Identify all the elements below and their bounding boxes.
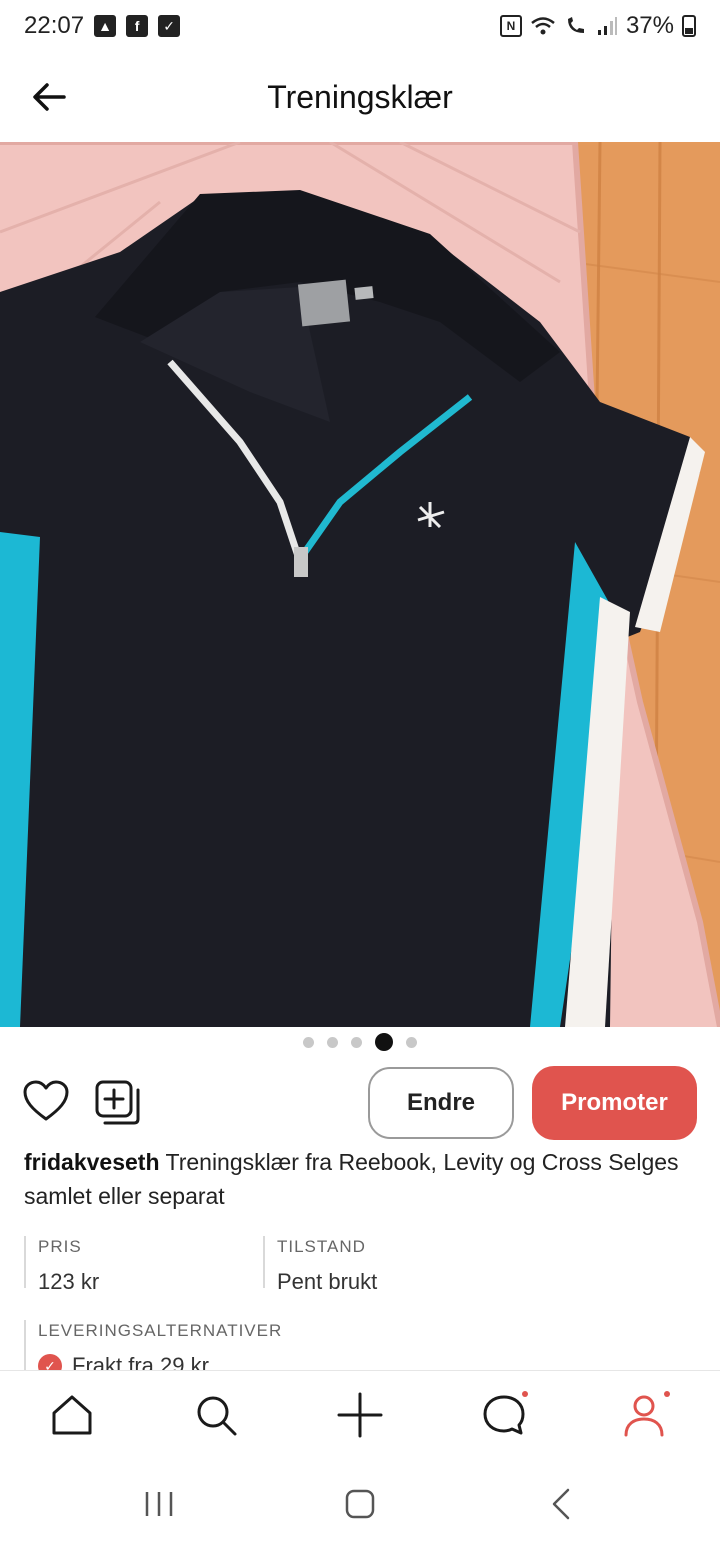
listing-description: fridakveseth Treningsklær fra Reebook, L… [24, 1145, 704, 1213]
nav-new-listing[interactable] [336, 1391, 384, 1439]
system-back-button[interactable] [542, 1484, 582, 1524]
recents-button[interactable] [139, 1484, 179, 1524]
wifi-icon [531, 17, 555, 35]
app-bar: Treningsklær [0, 52, 720, 142]
battery-percentage: 37% [625, 12, 674, 39]
status-left: 22:07 ▲ f ✓ [24, 12, 181, 40]
like-button[interactable] [22, 1079, 70, 1125]
arrow-left-icon [33, 83, 66, 111]
action-row: Endre Promoter [0, 1065, 720, 1141]
bottom-navigation [0, 1370, 720, 1462]
search-icon [197, 1396, 237, 1436]
save-to-collection-button[interactable] [94, 1079, 142, 1127]
notification-dot [522, 1391, 528, 1397]
gallery-icon: ▲ [94, 15, 117, 37]
condition-label: TILSTAND [277, 1237, 366, 1256]
pager-dot-active[interactable] [375, 1033, 393, 1051]
pager-dot[interactable] [351, 1036, 362, 1048]
status-time: 22:07 [24, 12, 85, 39]
delivery-value: Frakt fra 29 kr [72, 1353, 209, 1370]
gallery-pager [0, 1030, 720, 1054]
delivery-detail: LEVERINGSALTERNATIVER ✓ Frakt fra 29 kr [24, 1320, 624, 1370]
shipping-icon: ✓ [38, 1354, 62, 1370]
status-right: N 37% [499, 12, 696, 40]
check-notification-icon: ✓ [158, 15, 181, 37]
product-photo-illustration [0, 142, 720, 1027]
notification-dot [664, 1391, 670, 1397]
nav-search[interactable] [192, 1391, 240, 1439]
signal-icon [597, 17, 617, 35]
wifi-calling-icon [567, 17, 584, 33]
add-to-collection-icon [95, 1080, 140, 1125]
battery-icon [682, 15, 696, 37]
back-button[interactable] [26, 74, 72, 120]
back-icon [552, 1488, 570, 1520]
recents-icon [145, 1492, 173, 1516]
price-label: PRIS [38, 1237, 82, 1256]
delivery-option[interactable]: ✓ Frakt fra 29 kr [38, 1350, 624, 1370]
price-detail: PRIS 123 kr [24, 1236, 244, 1294]
system-home-button[interactable] [340, 1484, 380, 1524]
page-title: Treningsklær [267, 78, 453, 115]
delivery-label: LEVERINGSALTERNATIVER [38, 1321, 283, 1340]
pager-dot[interactable] [303, 1036, 314, 1048]
condition-detail: TILSTAND Pent brukt [263, 1236, 503, 1294]
promote-button[interactable]: Promoter [532, 1066, 697, 1140]
pager-dot[interactable] [406, 1036, 417, 1048]
seller-username[interactable]: fridakveseth [24, 1149, 160, 1175]
status-bar: 22:07 ▲ f ✓ N 37% [0, 0, 720, 52]
plus-icon [337, 1392, 383, 1438]
heart-icon [23, 1080, 69, 1121]
edit-button[interactable]: Endre [368, 1067, 514, 1139]
nav-profile[interactable] [622, 1391, 670, 1439]
home-icon [52, 1395, 92, 1435]
condition-value: Pent brukt [277, 1269, 378, 1294]
chat-icon [483, 1391, 528, 1435]
home-icon [345, 1489, 375, 1519]
nav-messages[interactable] [480, 1391, 528, 1439]
pager-dot[interactable] [327, 1036, 338, 1048]
profile-icon [624, 1391, 670, 1437]
nfc-icon: N [499, 15, 522, 37]
product-photo[interactable] [0, 142, 720, 1027]
price-value: 123 kr [38, 1269, 100, 1294]
nav-home[interactable] [48, 1391, 96, 1439]
facebook-icon: f [126, 15, 149, 37]
system-navigation [0, 1462, 720, 1544]
